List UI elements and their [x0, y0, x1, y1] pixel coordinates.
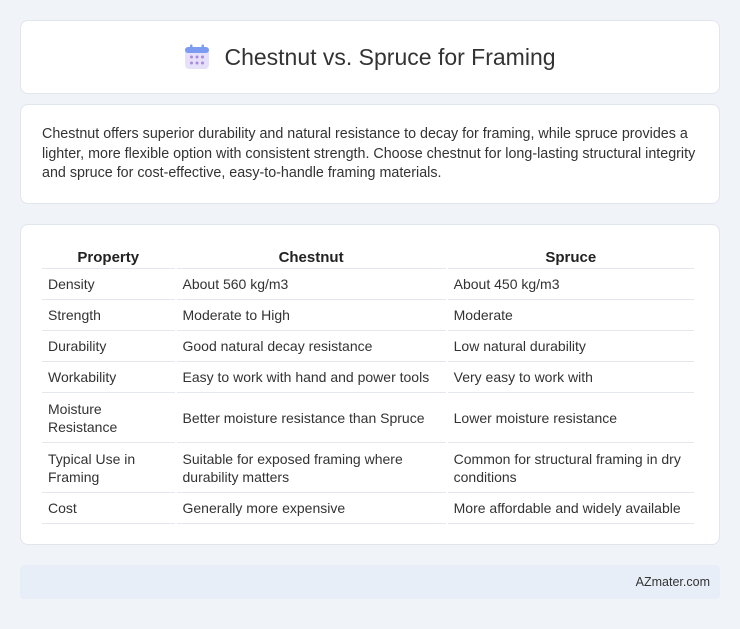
cell-chestnut: Moderate to High	[176, 300, 446, 331]
cell-chestnut: Generally more expensive	[176, 493, 446, 524]
cell-chestnut: Suitable for exposed framing where durab…	[176, 443, 446, 493]
table-row: Density About 560 kg/m3 About 450 kg/m3	[42, 269, 694, 300]
cell-property: Durability	[42, 331, 175, 362]
cell-spruce: Low natural durability	[447, 331, 694, 362]
header-property: Property	[42, 245, 175, 269]
cell-property: Density	[42, 269, 175, 300]
cell-property: Cost	[42, 493, 175, 524]
cell-property: Strength	[42, 300, 175, 331]
cell-spruce: Moderate	[447, 300, 694, 331]
summary-card: Chestnut offers superior durability and …	[20, 104, 720, 204]
cell-chestnut: Better moisture resistance than Spruce	[176, 393, 446, 443]
header-chestnut: Chestnut	[176, 245, 446, 269]
comparison-card: Property Chestnut Spruce Density About 5…	[20, 224, 720, 545]
cell-spruce: About 450 kg/m3	[447, 269, 694, 300]
cell-chestnut: Good natural decay resistance	[176, 331, 446, 362]
cell-spruce: Very easy to work with	[447, 362, 694, 393]
footer-brand[interactable]: AZmater.com	[636, 575, 710, 589]
table-row: Cost Generally more expensive More affor…	[42, 493, 694, 524]
table-row: Durability Good natural decay resistance…	[42, 331, 694, 362]
table-header-row: Property Chestnut Spruce	[42, 245, 694, 269]
cell-chestnut: About 560 kg/m3	[176, 269, 446, 300]
cell-spruce: More affordable and widely available	[447, 493, 694, 524]
table-row: Workability Easy to work with hand and p…	[42, 362, 694, 393]
header-spruce: Spruce	[447, 245, 694, 269]
footer: AZmater.com	[20, 565, 720, 599]
header-card: Chestnut vs. Spruce for Framing	[20, 20, 720, 94]
cell-spruce: Common for structural framing in dry con…	[447, 443, 694, 493]
cell-property: Workability	[42, 362, 175, 393]
table-row: Strength Moderate to High Moderate	[42, 300, 694, 331]
summary-text: Chestnut offers superior durability and …	[42, 126, 696, 181]
cell-property: Moisture Resistance	[42, 393, 175, 443]
table-row: Typical Use in Framing Suitable for expo…	[42, 443, 694, 493]
table-row: Moisture Resistance Better moisture resi…	[42, 393, 694, 443]
cell-property: Typical Use in Framing	[42, 443, 175, 493]
title-wrap: Chestnut vs. Spruce for Framing	[184, 43, 556, 71]
calendar-icon	[184, 44, 210, 70]
page-title: Chestnut vs. Spruce for Framing	[224, 43, 556, 70]
comparison-table: Property Chestnut Spruce Density About 5…	[40, 245, 696, 524]
cell-chestnut: Easy to work with hand and power tools	[176, 362, 446, 393]
cell-spruce: Lower moisture resistance	[447, 393, 694, 443]
